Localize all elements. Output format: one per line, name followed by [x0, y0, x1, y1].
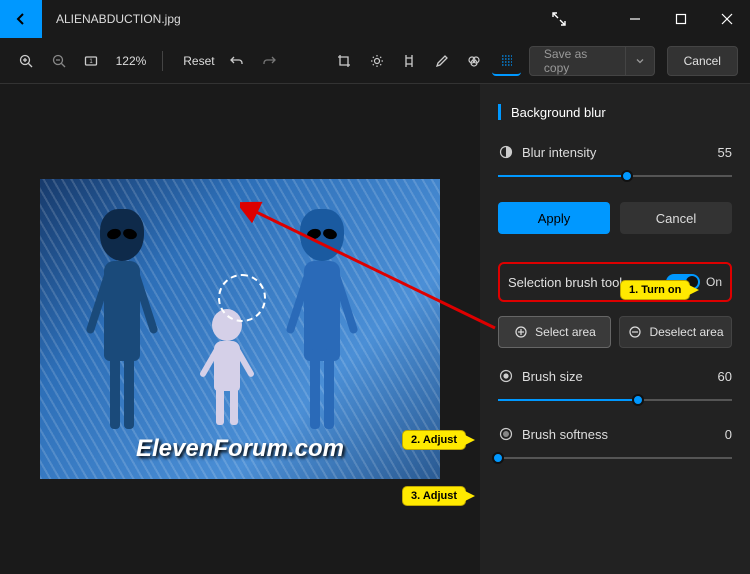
selection-brush-row: Selection brush tool On: [498, 262, 732, 302]
brightness-icon: [369, 53, 385, 69]
erase-button[interactable]: [460, 46, 489, 76]
brush-softness-row: Brush softness 0: [498, 426, 732, 442]
crop-icon: [336, 53, 352, 69]
filter-button[interactable]: [395, 46, 424, 76]
filename: ALIENABDUCTION.jpg: [56, 12, 536, 26]
plus-circle-icon: [513, 324, 529, 340]
blur-intensity-icon: [498, 144, 514, 160]
window-controls: [612, 0, 750, 38]
zoom-out-button[interactable]: [45, 46, 74, 76]
undo-button[interactable]: [223, 46, 252, 76]
maximize-button[interactable]: [658, 0, 704, 38]
toolbar: 1 122% Reset Save as copy Cancel: [0, 38, 750, 84]
filter-icon: [401, 53, 417, 69]
brush-softness-label: Brush softness: [522, 427, 608, 442]
eraser-icon: [466, 53, 482, 69]
reset-button[interactable]: Reset: [183, 54, 214, 68]
brush-size-icon: [498, 368, 514, 384]
minimize-button[interactable]: [612, 0, 658, 38]
panel-title: Background blur: [498, 104, 732, 120]
callout-2: 2. Adjust: [402, 430, 466, 450]
zoom-out-icon: [51, 53, 67, 69]
blur-icon: [499, 52, 515, 68]
selection-brush-label: Selection brush tool: [508, 275, 622, 290]
toolbar-cancel-button[interactable]: Cancel: [667, 46, 738, 76]
adjust-button[interactable]: [362, 46, 391, 76]
minus-circle-icon: [627, 324, 643, 340]
zoom-in-button[interactable]: [12, 46, 41, 76]
blur-intensity-row: Blur intensity 55: [498, 144, 732, 160]
save-as-copy-button[interactable]: Save as copy: [530, 47, 626, 75]
zoom-fit-button[interactable]: 1: [77, 46, 106, 76]
redo-button[interactable]: [255, 46, 284, 76]
deselect-area-button[interactable]: Deselect area: [619, 316, 732, 348]
panel-cancel-button[interactable]: Cancel: [620, 202, 732, 234]
back-button[interactable]: [0, 0, 42, 38]
select-area-button[interactable]: Select area: [498, 316, 611, 348]
apply-button[interactable]: Apply: [498, 202, 610, 234]
brush-size-slider[interactable]: [498, 392, 732, 408]
brush-softness-icon: [498, 426, 514, 442]
image-preview[interactable]: ElevenForum.com: [40, 179, 440, 479]
callout-3: 3. Adjust: [402, 486, 466, 506]
blur-intensity-value: 55: [718, 145, 732, 160]
zoom-fit-icon: 1: [83, 53, 99, 69]
brush-softness-slider[interactable]: [498, 450, 732, 466]
background-blur-button[interactable]: [492, 46, 521, 76]
brush-size-value: 60: [718, 369, 732, 384]
pen-icon: [434, 53, 450, 69]
toggle-state-label: On: [706, 275, 722, 289]
close-button[interactable]: [704, 0, 750, 38]
zoom-in-icon: [18, 53, 34, 69]
zoom-percent: 122%: [116, 54, 147, 68]
crop-button[interactable]: [330, 46, 359, 76]
brush-softness-value: 0: [725, 427, 732, 442]
brush-cursor: [218, 274, 266, 322]
fullscreen-button[interactable]: [536, 0, 582, 38]
brush-size-label: Brush size: [522, 369, 583, 384]
undo-icon: [229, 53, 245, 69]
redo-icon: [261, 53, 277, 69]
callout-1: 1. Turn on: [620, 280, 690, 300]
side-panel: Background blur Blur intensity 55 Apply …: [480, 84, 750, 574]
save-as-copy-split-button: Save as copy: [529, 46, 655, 76]
titlebar: ALIENABDUCTION.jpg: [0, 0, 750, 38]
blur-intensity-label: Blur intensity: [522, 145, 596, 160]
blur-intensity-slider[interactable]: [498, 168, 732, 184]
content: ElevenForum.com Background blur Blur int…: [0, 84, 750, 574]
brush-size-row: Brush size 60: [498, 368, 732, 384]
watermark: ElevenForum.com: [40, 435, 440, 463]
svg-text:1: 1: [90, 59, 94, 65]
markup-button[interactable]: [427, 46, 456, 76]
save-as-copy-dropdown[interactable]: [625, 47, 653, 75]
